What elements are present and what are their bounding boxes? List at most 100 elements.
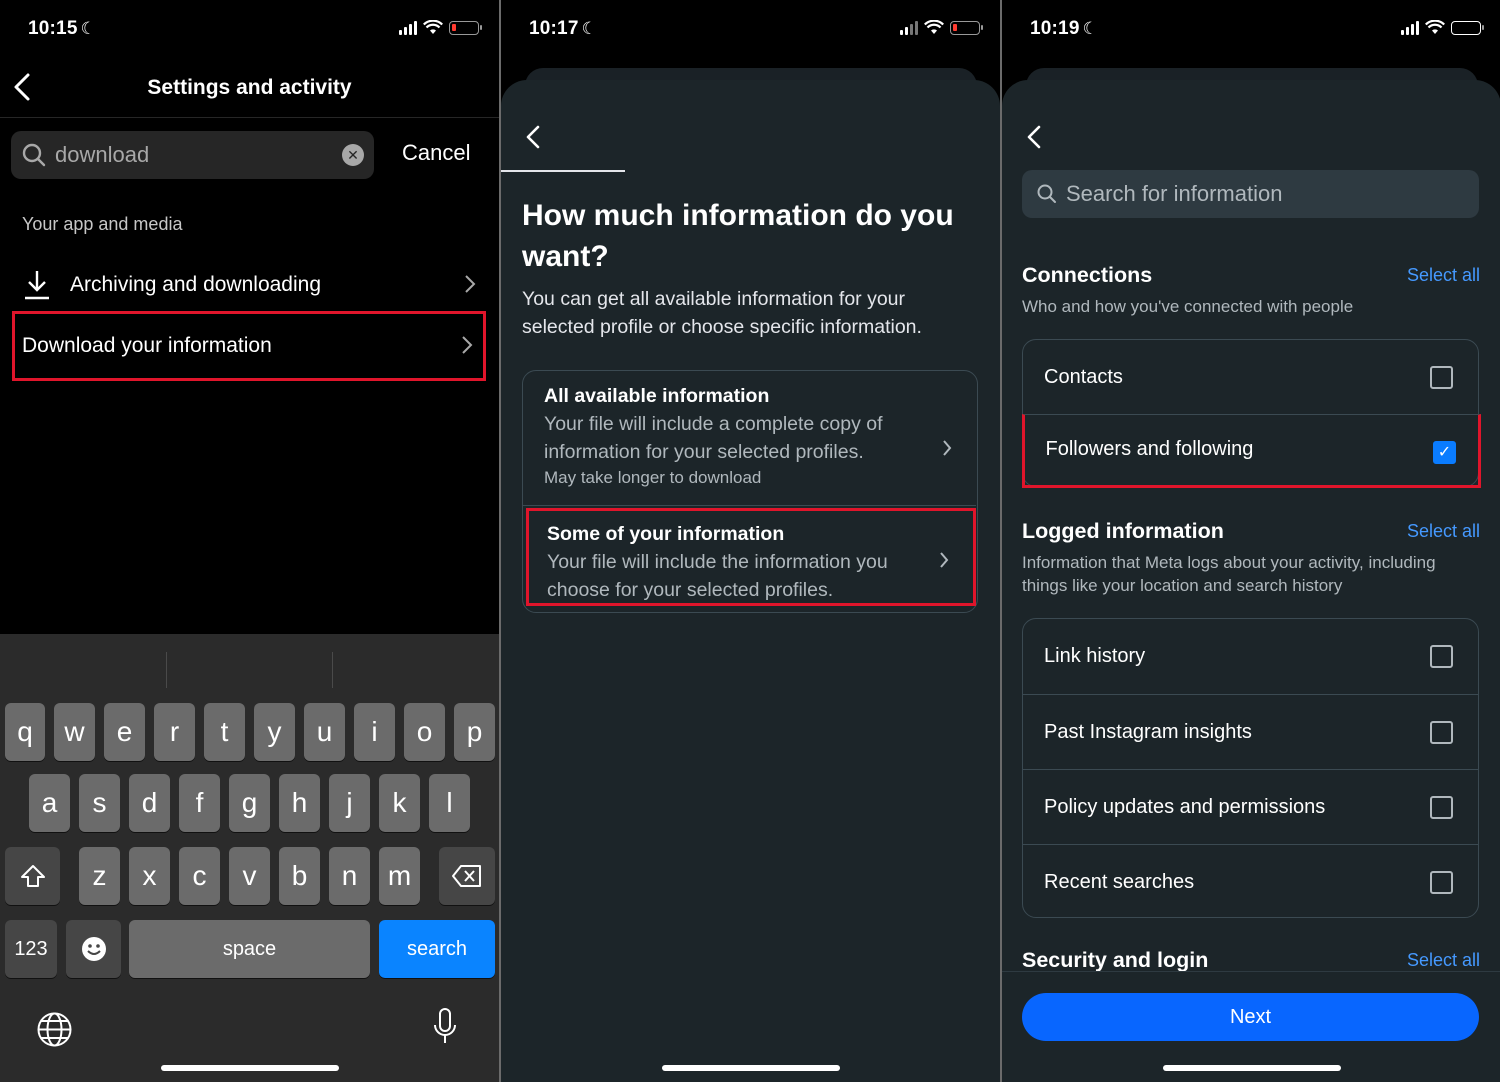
chevron-right-icon (464, 270, 476, 301)
key-n[interactable]: n (329, 847, 370, 905)
key-r[interactable]: r (154, 703, 195, 761)
option-title: All available information (544, 385, 770, 407)
followers-checkbox-checked[interactable]: ✓ (1433, 440, 1456, 464)
download-your-information-item[interactable]: Download your information (12, 311, 486, 381)
backspace-icon (452, 865, 481, 887)
settings-search-screen: 10:15 ☾ Settings and activity download ✕ … (0, 0, 499, 1082)
key-y[interactable]: y (254, 703, 295, 761)
wifi-icon (924, 20, 944, 34)
next-button[interactable]: Next (1022, 993, 1479, 1041)
key-j[interactable]: j (329, 774, 370, 832)
key-t[interactable]: t (204, 703, 245, 761)
item-label: Archiving and downloading (70, 273, 322, 296)
key-a[interactable]: a (29, 774, 70, 832)
option-divider (523, 505, 976, 506)
back-chevron-icon[interactable] (1026, 122, 1042, 156)
policy-updates-item[interactable]: Policy updates and permissions (1023, 769, 1478, 844)
key-v[interactable]: v (229, 847, 270, 905)
logged-select-all-link[interactable]: Select all (1407, 521, 1480, 542)
moon-icon: ☾ (1082, 19, 1099, 38)
status-time: 10:15 ☾ (28, 18, 97, 39)
space-key[interactable]: space (129, 920, 370, 978)
microphone-icon[interactable] (432, 1007, 458, 1047)
security-select-all-link[interactable]: Select all (1407, 950, 1480, 971)
status-icons (399, 20, 482, 35)
section-label: Your app and media (22, 214, 183, 234)
archiving-and-downloading-item[interactable]: Archiving and downloading (12, 250, 486, 320)
page-heading: How much information do you want? (522, 199, 954, 273)
battery-icon (449, 20, 482, 35)
signal-icon (1401, 20, 1419, 35)
search-icon (22, 143, 46, 167)
connections-description: Who and how you've connected with people (1022, 297, 1354, 316)
option-some-information[interactable]: Some of your information Your file will … (526, 508, 976, 606)
search-key[interactable]: search (379, 920, 495, 978)
shift-key[interactable] (5, 847, 60, 905)
emoji-key[interactable] (66, 920, 121, 978)
key-e[interactable]: e (104, 703, 145, 761)
key-o[interactable]: o (404, 703, 445, 761)
link-history-checkbox[interactable] (1430, 645, 1453, 668)
item-label: Policy updates and permissions (1044, 795, 1326, 818)
globe-icon[interactable] (36, 1011, 73, 1048)
item-label: Past Instagram insights (1044, 720, 1252, 743)
connections-list: Contacts Followers and following ✓ (1021, 339, 1481, 488)
key-h[interactable]: h (279, 774, 320, 832)
logged-information-description: Information that Meta logs about your ac… (1022, 553, 1436, 595)
key-i[interactable]: i (354, 703, 395, 761)
cancel-button[interactable]: Cancel (402, 140, 470, 166)
key-q[interactable]: q (5, 703, 45, 761)
header-divider (0, 117, 499, 118)
select-information-screen: 10:19 ☾ Search for information Connection… (1002, 0, 1500, 1082)
emoji-icon (81, 937, 106, 961)
contacts-checkbox[interactable] (1430, 366, 1453, 389)
recent-searches-item[interactable]: Recent searches (1023, 844, 1478, 919)
key-m[interactable]: m (379, 847, 420, 905)
recent-searches-checkbox[interactable] (1430, 871, 1453, 894)
option-description: Your file will include the information y… (547, 551, 888, 601)
connections-select-all-link[interactable]: Select all (1407, 265, 1480, 286)
battery-icon (1451, 20, 1484, 35)
clear-search-icon[interactable]: ✕ (342, 144, 364, 166)
link-history-item[interactable]: Link history (1023, 619, 1478, 694)
option-description: Your file will include a complete copy o… (544, 413, 883, 463)
option-title: Some of your information (547, 523, 785, 545)
contacts-item[interactable]: Contacts (1023, 340, 1478, 415)
key-s[interactable]: s (79, 774, 120, 832)
signal-icon (399, 20, 417, 35)
battery-icon (950, 20, 983, 35)
key-f[interactable]: f (179, 774, 220, 832)
option-all-information[interactable]: All available information Your file will… (523, 385, 976, 488)
key-b[interactable]: b (279, 847, 320, 905)
page-subtitle: You can get all available information fo… (522, 288, 922, 338)
key-p[interactable]: p (454, 703, 495, 761)
key-c[interactable]: c (179, 847, 220, 905)
moon-icon: ☾ (80, 19, 97, 38)
information-search-input[interactable]: Search for information (1022, 170, 1479, 218)
connections-heading: Connections (1022, 263, 1153, 287)
key-w[interactable]: w (54, 703, 95, 761)
numbers-key[interactable]: 123 (5, 920, 57, 978)
search-icon (1037, 184, 1056, 203)
insights-checkbox[interactable] (1430, 721, 1453, 744)
key-x[interactable]: x (129, 847, 170, 905)
logged-information-heading: Logged information (1022, 519, 1224, 543)
search-input[interactable]: download ✕ (11, 131, 374, 179)
key-g[interactable]: g (229, 774, 270, 832)
logged-information-list: Link history Past Instagram insights Pol… (1022, 618, 1479, 918)
moon-icon: ☾ (581, 19, 598, 38)
delete-key[interactable] (439, 847, 495, 905)
status-time: 10:17 ☾ (529, 18, 598, 39)
followers-and-following-item[interactable]: Followers and following ✓ (1021, 413, 1481, 488)
key-k[interactable]: k (379, 774, 420, 832)
key-u[interactable]: u (304, 703, 345, 761)
on-screen-keyboard: q w e r t y u i o p a s d f g h j k l z … (0, 634, 499, 1082)
key-l[interactable]: l (429, 774, 470, 832)
wifi-icon (1425, 20, 1445, 34)
past-instagram-insights-item[interactable]: Past Instagram insights (1023, 694, 1478, 769)
policy-checkbox[interactable] (1430, 796, 1453, 819)
back-chevron-icon[interactable] (525, 122, 541, 156)
home-indicator (1163, 1065, 1341, 1071)
key-z[interactable]: z (79, 847, 120, 905)
key-d[interactable]: d (129, 774, 170, 832)
